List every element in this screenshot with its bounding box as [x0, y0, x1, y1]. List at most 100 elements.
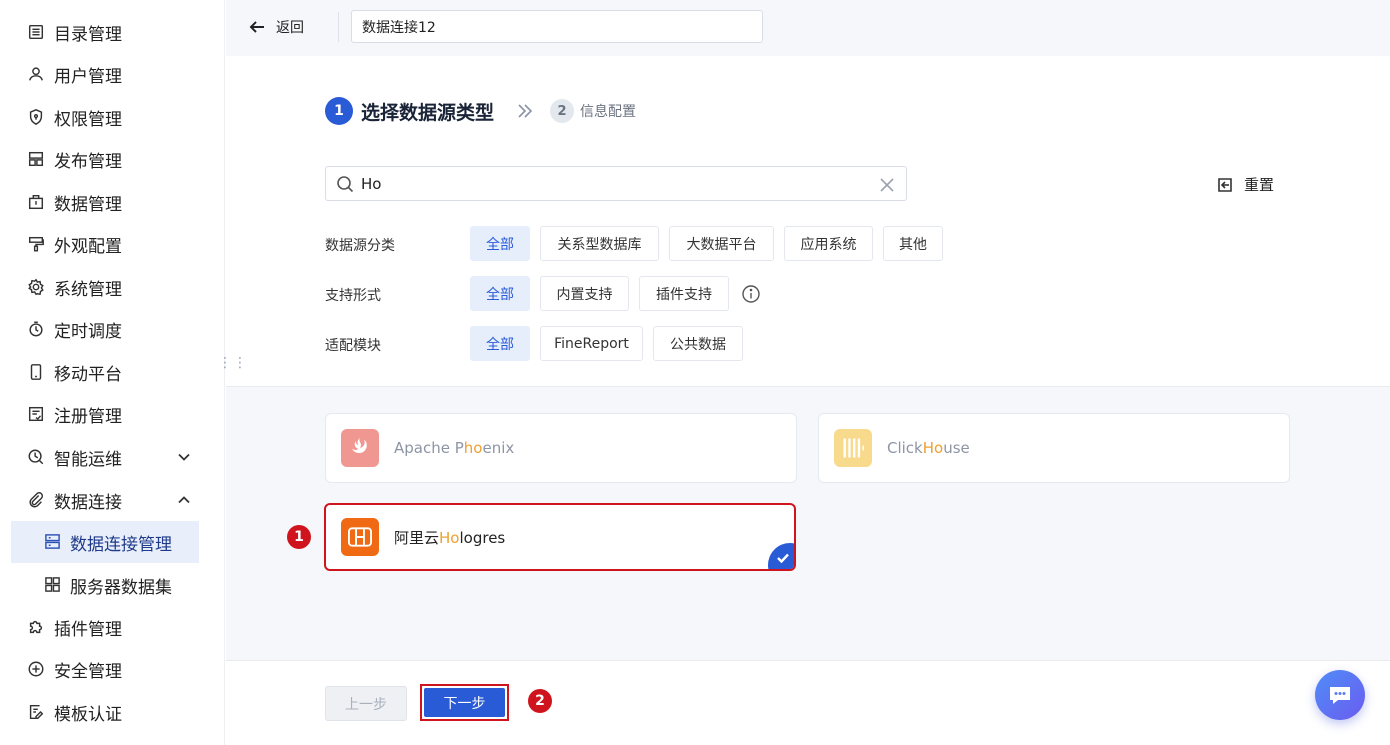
step-number: 1	[325, 97, 353, 125]
sidebar-item-appearance[interactable]: 外观配置	[0, 224, 210, 264]
hologres-logo-icon	[341, 518, 379, 556]
register-icon	[26, 404, 46, 424]
sidebar-item-label: 权限管理	[54, 109, 122, 130]
filter-module-finereport[interactable]: FineReport	[540, 326, 643, 361]
filter-support-builtin[interactable]: 内置支持	[540, 276, 629, 311]
sidebar-item-label: 发布管理	[54, 151, 122, 172]
sidebar-item-label: 智能运维	[54, 449, 122, 470]
sidebar-item-ops[interactable]: 智能运维	[0, 437, 210, 477]
sidebar-item-label: 注册管理	[54, 406, 122, 427]
next-step-button[interactable]: 下一步	[424, 688, 505, 717]
step-number: 2	[550, 99, 574, 123]
reset-icon	[1218, 177, 1232, 192]
filter-module-public-data[interactable]: 公共数据	[653, 326, 743, 361]
sidebar-item-data-connection[interactable]: 数据连接	[0, 480, 210, 520]
sidebar-item-template-auth[interactable]: 模板认证	[0, 692, 210, 732]
brush-icon	[26, 234, 46, 254]
filter-category-all[interactable]: 全部	[470, 226, 530, 261]
sidebar-item-mobile[interactable]: 移动平台	[0, 352, 210, 392]
footer-bar: 上一步 下一步	[226, 660, 1390, 745]
server-icon	[44, 533, 62, 551]
sidebar-subitem-server-dataset[interactable]: 服务器数据集	[11, 564, 199, 606]
sidebar-item-data[interactable]: 数据管理	[0, 182, 210, 222]
sidebar-item-label: 模板认证	[54, 704, 122, 725]
ops-icon	[26, 447, 46, 467]
clear-icon[interactable]	[880, 177, 894, 192]
datasource-card-apache-phoenix[interactable]: Apache Phoenix	[325, 413, 797, 483]
sidebar-item-register[interactable]: 注册管理	[0, 394, 210, 434]
back-button[interactable]: 返回	[248, 14, 304, 40]
sidebar-item-label: 插件管理	[54, 619, 122, 640]
step-label: 选择数据源类型	[361, 101, 495, 124]
search-value: Ho	[361, 175, 382, 193]
sidebar-item-users[interactable]: 用户管理	[0, 54, 210, 94]
dataset-icon	[44, 576, 62, 594]
filter-label-category: 数据源分类	[325, 238, 395, 254]
sidebar-item-label: 目录管理	[54, 24, 122, 45]
datasource-card-clickhouse[interactable]: ClickHouse	[818, 413, 1290, 483]
filter-label-module: 适配模块	[325, 338, 381, 354]
sidebar-item-schedule[interactable]: 定时调度	[0, 309, 210, 349]
sidebar-item-label: 定时调度	[54, 321, 122, 342]
sidebar-item-label: 安全管理	[54, 661, 122, 682]
step-info-config: 2 信息配置	[550, 99, 636, 123]
annotation-badge-1: 1	[287, 525, 311, 549]
annotation-badge-2: 2	[528, 689, 552, 713]
sidebar-item-plugins[interactable]: 插件管理	[0, 607, 210, 647]
mobile-icon	[26, 362, 46, 382]
sidebar: 目录管理 用户管理 权限管理 发布管理 数据管理 外观配置 系统管理 定时调度 …	[0, 0, 225, 745]
sidebar-item-label: 数据管理	[54, 194, 122, 215]
datasource-list: Apache Phoenix ClickHouse 阿里云Hologres	[226, 386, 1390, 660]
sidebar-item-label: 外观配置	[54, 236, 122, 257]
datasource-name: Apache Phoenix	[394, 439, 515, 457]
reset-label: 重置	[1244, 176, 1275, 194]
filter-category-relational[interactable]: 关系型数据库	[540, 226, 659, 261]
filter-support-plugin[interactable]: 插件支持	[639, 276, 729, 311]
double-chevron-right-icon	[516, 102, 534, 120]
previous-step-button[interactable]: 上一步	[325, 686, 407, 721]
sidebar-item-label: 数据连接	[54, 492, 122, 513]
filter-category-other[interactable]: 其他	[883, 226, 943, 261]
timer-icon	[26, 319, 46, 339]
selected-check-icon	[768, 543, 794, 569]
sidebar-item-label: 移动平台	[54, 364, 122, 385]
security-icon	[26, 659, 46, 679]
publish-icon	[26, 149, 46, 169]
info-icon[interactable]	[741, 284, 761, 304]
top-bar: 返回	[226, 0, 1390, 56]
filter-support-all[interactable]: 全部	[470, 276, 530, 311]
paperclip-icon	[26, 490, 46, 510]
datasource-card-aliyun-hologres[interactable]: 阿里云Hologres	[324, 503, 796, 571]
sidebar-item-system[interactable]: 系统管理	[0, 267, 210, 307]
connection-name-input[interactable]	[351, 10, 763, 43]
search-input[interactable]: Ho	[325, 166, 907, 201]
sidebar-item-publish[interactable]: 发布管理	[0, 139, 210, 179]
template-icon	[26, 702, 46, 722]
sidebar-item-label: 系统管理	[54, 279, 122, 300]
chat-icon	[1330, 687, 1350, 704]
chevron-up-icon[interactable]	[176, 492, 192, 508]
sidebar-item-security[interactable]: 安全管理	[0, 649, 210, 689]
sidebar-item-catalog[interactable]: 目录管理	[0, 12, 210, 52]
search-icon	[336, 175, 354, 193]
puzzle-icon	[26, 617, 46, 637]
filter-label-support: 支持形式	[325, 288, 381, 304]
filter-category-bigdata[interactable]: 大数据平台	[669, 226, 774, 261]
chevron-down-icon[interactable]	[176, 449, 192, 465]
sidebar-resize-handle[interactable]: ⋮⋮	[218, 356, 247, 382]
chat-assistant-button[interactable]	[1315, 670, 1365, 720]
arrow-left-icon	[249, 21, 264, 33]
divider	[338, 12, 339, 42]
datasource-name: 阿里云Hologres	[394, 528, 506, 547]
datasource-name: ClickHouse	[887, 439, 970, 457]
sidebar-item-permissions[interactable]: 权限管理	[0, 97, 210, 137]
sidebar-subitem-label: 服务器数据集	[70, 577, 172, 598]
clickhouse-logo-icon	[834, 429, 872, 467]
sidebar-subitem-data-connection-management[interactable]: 数据连接管理	[11, 521, 199, 563]
sidebar-subitem-label: 数据连接管理	[70, 534, 172, 555]
filter-module-all[interactable]: 全部	[470, 326, 530, 361]
filter-category-application[interactable]: 应用系统	[784, 226, 873, 261]
gear-icon	[26, 277, 46, 297]
reset-button[interactable]: 重置	[1216, 174, 1274, 195]
sidebar-item-label: 用户管理	[54, 66, 122, 87]
